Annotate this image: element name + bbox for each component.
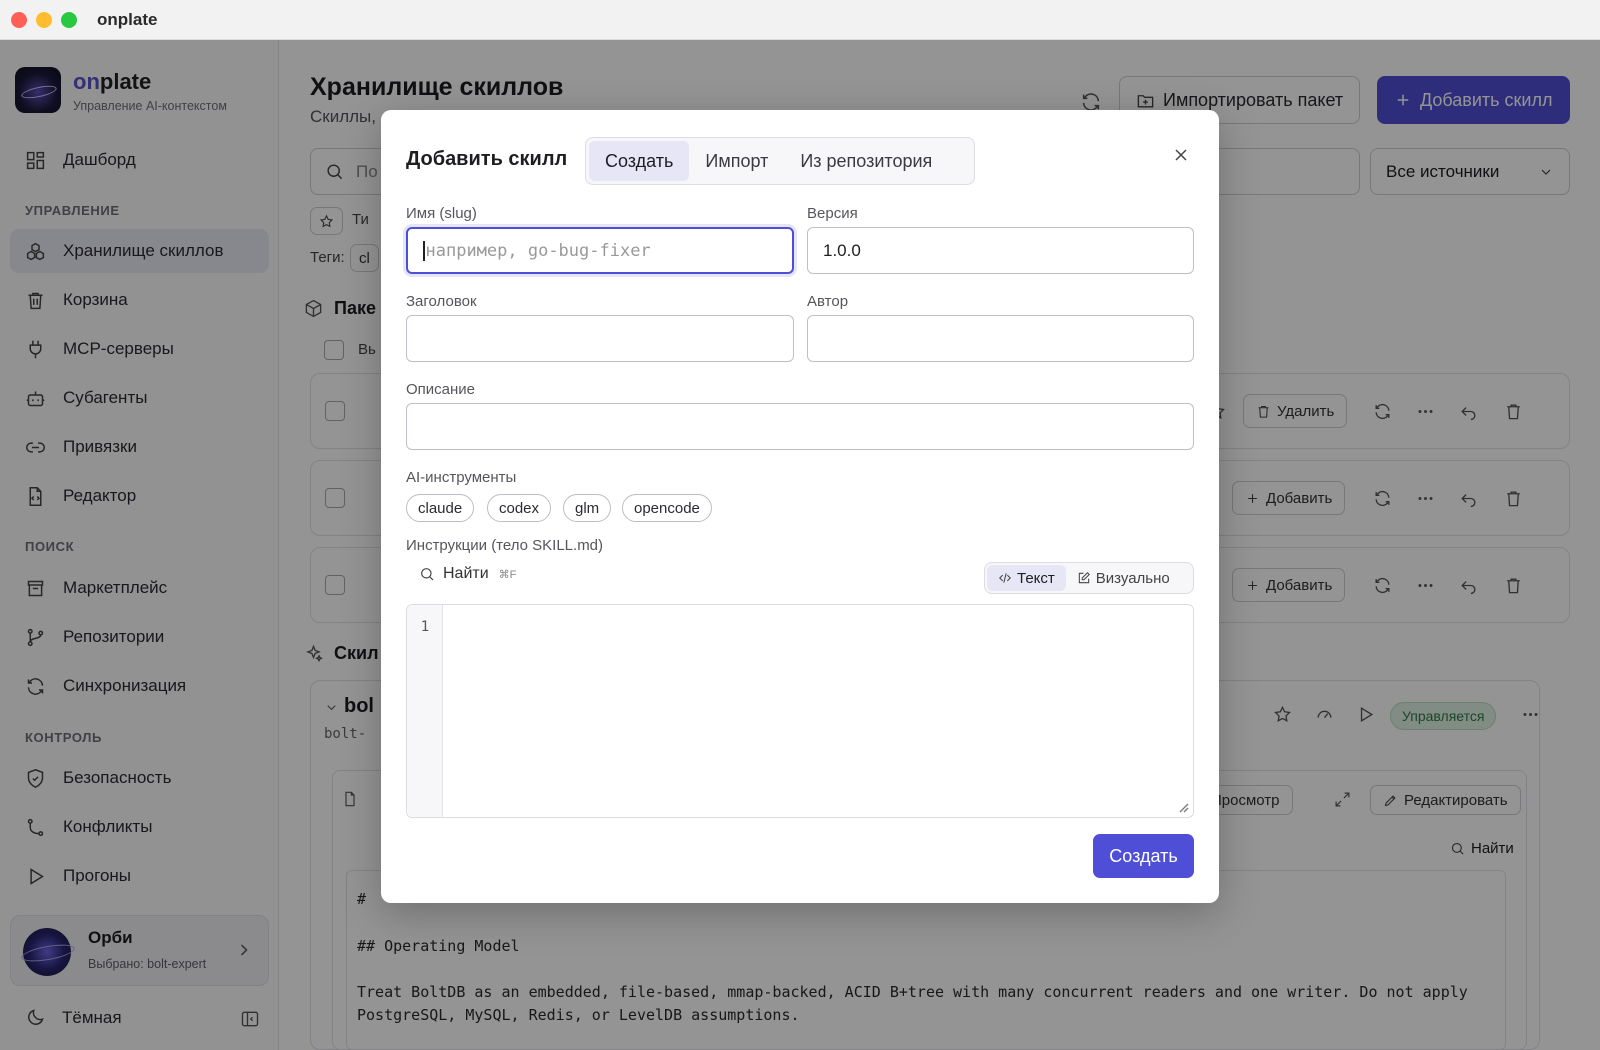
version-label: Версия — [807, 205, 858, 222]
dialog-tabs: Создать Импорт Из репозитория — [585, 137, 975, 185]
maximize-window-button[interactable] — [61, 11, 77, 28]
editor-mode-toggle: Текст Визуально — [984, 562, 1194, 594]
window-controls — [11, 11, 77, 28]
description-input[interactable] — [406, 403, 1194, 450]
create-button[interactable]: Создать — [1093, 834, 1194, 878]
find-shortcut: ⌘F — [498, 568, 517, 581]
ai-tool-chip-claude[interactable]: claude — [406, 494, 475, 522]
mode-visual-button[interactable]: Визуально — [1066, 565, 1181, 591]
minimize-window-button[interactable] — [36, 11, 52, 28]
name-label: Имя (slug) — [406, 205, 477, 222]
edit-square-icon — [1078, 572, 1090, 584]
line-number: 1 — [420, 619, 430, 635]
instructions-editor[interactable]: 1 — [406, 604, 1194, 818]
editor-find-button[interactable]: Найти ⌘F — [419, 565, 516, 583]
description-label: Описание — [406, 381, 476, 398]
text-caret — [423, 240, 425, 261]
search-icon — [421, 568, 434, 581]
dialog-title: Добавить скилл — [406, 148, 568, 170]
ai-tools-label: AI-инструменты — [406, 469, 517, 486]
heading-label: Заголовок — [406, 293, 477, 310]
close-icon[interactable] — [1171, 145, 1191, 165]
add-skill-dialog: Добавить скилл Создать Импорт Из репозит… — [381, 110, 1219, 903]
resize-handle-icon[interactable] — [1177, 801, 1189, 813]
instructions-label: Инструкции (тело SKILL.md) — [406, 537, 604, 554]
author-label: Автор — [807, 293, 849, 310]
close-window-button[interactable] — [11, 11, 27, 28]
tab-from-repo[interactable]: Из репозитория — [784, 141, 948, 181]
version-input[interactable]: 1.0.0 — [807, 227, 1194, 274]
author-input[interactable] — [807, 315, 1194, 362]
ai-tool-chip-codex[interactable]: codex — [487, 494, 552, 522]
heading-input[interactable] — [406, 315, 794, 362]
mode-text-button[interactable]: Текст — [987, 565, 1066, 591]
slug-input[interactable]: например, go-bug-fixer — [406, 227, 794, 274]
tab-import[interactable]: Импорт — [689, 141, 784, 181]
ai-tool-chip-glm[interactable]: glm — [563, 494, 612, 522]
ai-tool-chip-opencode[interactable]: opencode — [622, 494, 712, 522]
window-title: onplate — [97, 9, 158, 29]
code-icon — [999, 573, 1011, 583]
tab-create[interactable]: Создать — [589, 141, 690, 181]
window-titlebar: onplate — [0, 0, 1600, 40]
line-gutter: 1 — [407, 605, 443, 817]
